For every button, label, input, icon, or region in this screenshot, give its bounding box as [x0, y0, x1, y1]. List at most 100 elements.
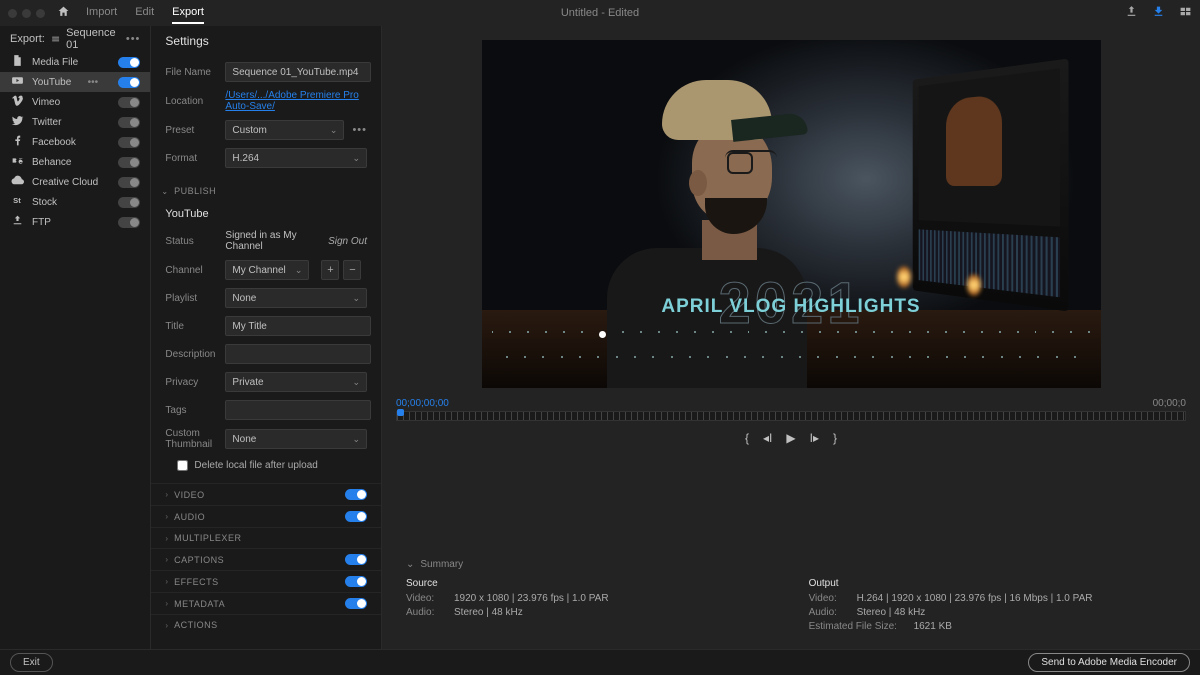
- destination-label: Behance: [32, 157, 71, 168]
- accordion-toggle[interactable]: [345, 598, 367, 609]
- accordion-video[interactable]: ›VIDEO: [151, 483, 381, 505]
- destination-toggle[interactable]: [118, 217, 140, 228]
- step-forward-icon[interactable]: I▸: [810, 431, 819, 445]
- destination-toggle[interactable]: [118, 177, 140, 188]
- accordion-audio[interactable]: ›AUDIO: [151, 505, 381, 527]
- twitter-icon: [10, 114, 24, 130]
- svg-text:St: St: [13, 196, 21, 205]
- title-label: Title: [165, 321, 217, 332]
- timecode-left: 00;00;00;00: [396, 398, 449, 409]
- share-icon[interactable]: [1125, 5, 1138, 21]
- preview-panel: 2021 APRIL VLOG HIGHLIGHTS 00;00;00;00 0…: [382, 26, 1200, 649]
- channel-remove-button[interactable]: −: [343, 260, 361, 280]
- thumbnail-select[interactable]: None⌄: [225, 429, 367, 449]
- title-input[interactable]: [225, 316, 371, 336]
- export-label: Export: Sequence 01: [10, 27, 126, 51]
- video-preview[interactable]: 2021 APRIL VLOG HIGHLIGHTS: [482, 40, 1101, 388]
- destination-toggle[interactable]: [118, 57, 140, 68]
- destination-stock[interactable]: StStock: [0, 192, 150, 212]
- accordion-metadata[interactable]: ›METADATA: [151, 592, 381, 614]
- destination-youtube[interactable]: YouTube •••: [0, 72, 150, 92]
- destination-ftp[interactable]: FTP: [0, 212, 150, 232]
- bottom-bar: Exit Send to Adobe Media Encoder: [0, 649, 1200, 675]
- sign-out-link[interactable]: Sign Out: [328, 236, 367, 247]
- destination-toggle[interactable]: [118, 97, 140, 108]
- tags-input[interactable]: [225, 400, 371, 420]
- destinations-panel: Export: Sequence 01 ••• Media File YouTub…: [0, 26, 150, 649]
- window-controls[interactable]: [8, 9, 45, 18]
- file-name-label: File Name: [165, 67, 217, 78]
- publish-section-header[interactable]: ⌄ PUBLISH: [151, 180, 381, 202]
- chevron-right-icon: ›: [165, 555, 168, 564]
- tab-export[interactable]: Export: [172, 2, 204, 24]
- tab-edit[interactable]: Edit: [135, 2, 154, 24]
- destination-toggle[interactable]: [118, 117, 140, 128]
- destination-toggle[interactable]: [118, 137, 140, 148]
- accordion-toggle[interactable]: [345, 511, 367, 522]
- facebook-icon: [10, 134, 24, 150]
- privacy-select[interactable]: Private⌄: [225, 372, 367, 392]
- stock-icon: St: [10, 194, 24, 210]
- destination-vimeo[interactable]: Vimeo: [0, 92, 150, 112]
- chevron-right-icon: ›: [165, 490, 168, 499]
- status-value: Signed in as My Channel: [225, 230, 320, 252]
- play-icon[interactable]: ▶: [786, 431, 795, 445]
- preset-select[interactable]: Custom⌄: [225, 120, 344, 140]
- destination-label: YouTube: [32, 77, 71, 88]
- summary-source: Source Video:1920 x 1080 | 23.976 fps | …: [406, 578, 609, 635]
- destination-label: Media File: [32, 57, 78, 68]
- send-to-encoder-button[interactable]: Send to Adobe Media Encoder: [1028, 653, 1190, 672]
- thumbnail-label: Custom Thumbnail: [165, 428, 217, 450]
- destination-label: Twitter: [32, 117, 61, 128]
- chevron-down-icon: ⌄: [406, 559, 414, 570]
- timecode-right: 00;00;0: [1153, 398, 1186, 409]
- file-name-input[interactable]: [225, 62, 371, 82]
- summary-toggle[interactable]: ⌄ Summary: [406, 559, 1176, 570]
- summary-output: Output Video:H.264 | 1920 x 1080 | 23.97…: [809, 578, 1093, 635]
- playhead-icon[interactable]: [397, 409, 404, 416]
- format-select[interactable]: H.264⌄: [225, 148, 367, 168]
- accordion-multiplexer[interactable]: ›MULTIPLEXER: [151, 527, 381, 548]
- exit-button[interactable]: Exit: [10, 653, 53, 672]
- destination-toggle[interactable]: [118, 77, 140, 88]
- preset-options-icon[interactable]: •••: [352, 124, 367, 136]
- go-to-out-icon[interactable]: }: [833, 431, 837, 445]
- destination-twitter[interactable]: Twitter: [0, 112, 150, 132]
- channel-add-button[interactable]: +: [321, 260, 339, 280]
- top-bar: Import Edit Export Untitled - Edited: [0, 0, 1200, 26]
- location-link[interactable]: /Users/.../Adobe Premiere Pro Auto-Save/: [225, 90, 367, 112]
- destination-media-file[interactable]: Media File: [0, 52, 150, 72]
- workspaces-icon[interactable]: [1179, 5, 1192, 21]
- export-options-icon[interactable]: •••: [126, 33, 141, 45]
- timeline-scrubber[interactable]: [396, 411, 1186, 421]
- destination-behance[interactable]: Behance: [0, 152, 150, 172]
- playlist-select[interactable]: None⌄: [225, 288, 367, 308]
- destination-facebook[interactable]: Facebook: [0, 132, 150, 152]
- destination-label: Facebook: [32, 137, 76, 148]
- workspace-tabs: Import Edit Export: [86, 2, 204, 24]
- privacy-label: Privacy: [165, 377, 217, 388]
- tab-import[interactable]: Import: [86, 2, 117, 24]
- destination-toggle[interactable]: [118, 157, 140, 168]
- quick-export-icon[interactable]: [1152, 5, 1165, 21]
- accordion-effects[interactable]: ›EFFECTS: [151, 570, 381, 592]
- overlay-title: APRIL VLOG HIGHLIGHTS: [661, 296, 920, 318]
- description-input[interactable]: [225, 344, 371, 364]
- step-back-icon[interactable]: ◂I: [763, 431, 772, 445]
- destination-label: FTP: [32, 217, 51, 228]
- channel-select[interactable]: My Channel⌄: [225, 260, 309, 280]
- destination-creative-cloud[interactable]: Creative Cloud: [0, 172, 150, 192]
- accordion-actions[interactable]: ›ACTIONS: [151, 614, 381, 635]
- delete-local-checkbox[interactable]: Delete local file after upload: [151, 454, 381, 477]
- preset-label: Preset: [165, 125, 217, 136]
- cc-icon: [10, 174, 24, 190]
- go-to-in-icon[interactable]: {: [745, 431, 749, 445]
- summary-section: ⌄ Summary Source Video:1920 x 1080 | 23.…: [396, 559, 1186, 635]
- accordion-toggle[interactable]: [345, 554, 367, 565]
- home-icon[interactable]: [57, 5, 70, 21]
- destination-options-icon[interactable]: •••: [88, 77, 99, 88]
- accordion-captions[interactable]: ›CAPTIONS: [151, 548, 381, 570]
- accordion-toggle[interactable]: [345, 489, 367, 500]
- accordion-toggle[interactable]: [345, 576, 367, 587]
- destination-toggle[interactable]: [118, 197, 140, 208]
